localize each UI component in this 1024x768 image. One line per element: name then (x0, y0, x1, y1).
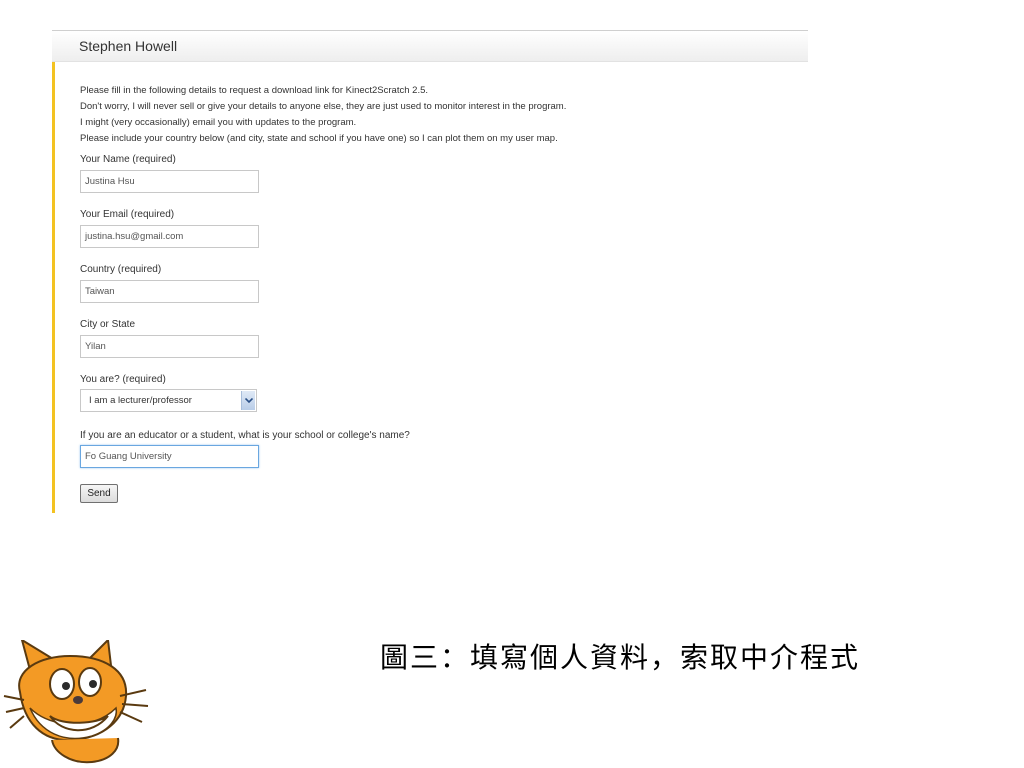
slide-caption: 圖三：填寫個人資料，索取中介程式 (380, 641, 861, 674)
email-label: Your Email (required) (80, 209, 175, 220)
school-label: If you are an educator or a student, wha… (80, 430, 410, 441)
email-field[interactable]: justina.hsu@gmail.com (80, 225, 259, 248)
intro-text: Please fill in the following details to … (80, 83, 566, 147)
chevron-down-icon (245, 398, 253, 403)
intro-line: Don't worry, I will never sell or give y… (80, 101, 567, 112)
city-field[interactable]: Yilan (80, 335, 259, 358)
role-select-value: I am a lecturer/professor (89, 395, 192, 406)
select-arrow-button[interactable] (241, 391, 255, 410)
page-header: Stephen Howell (52, 30, 808, 62)
intro-line: Please include your country below (and c… (80, 133, 558, 144)
country-field[interactable]: Taiwan (80, 280, 259, 303)
intro-line: Please fill in the following details to … (80, 85, 429, 96)
page-title: Stephen Howell (79, 38, 178, 54)
country-label: Country (required) (80, 264, 162, 275)
city-label: City or State (80, 319, 136, 330)
intro-line: I might (very occasionally) email you wi… (80, 117, 357, 128)
name-field[interactable]: Justina Hsu (80, 170, 259, 193)
scratch-cat-icon (3, 640, 149, 764)
role-select[interactable]: I am a lecturer/professor (80, 389, 257, 412)
role-label: You are? (required) (80, 374, 166, 385)
name-label: Your Name (required) (80, 154, 176, 165)
download-request-form: Please fill in the following details to … (52, 62, 808, 513)
slide: Stephen Howell Please fill in the follow… (0, 0, 1024, 768)
school-field[interactable]: Fo Guang University (80, 445, 259, 468)
send-button[interactable]: Send (80, 484, 118, 503)
